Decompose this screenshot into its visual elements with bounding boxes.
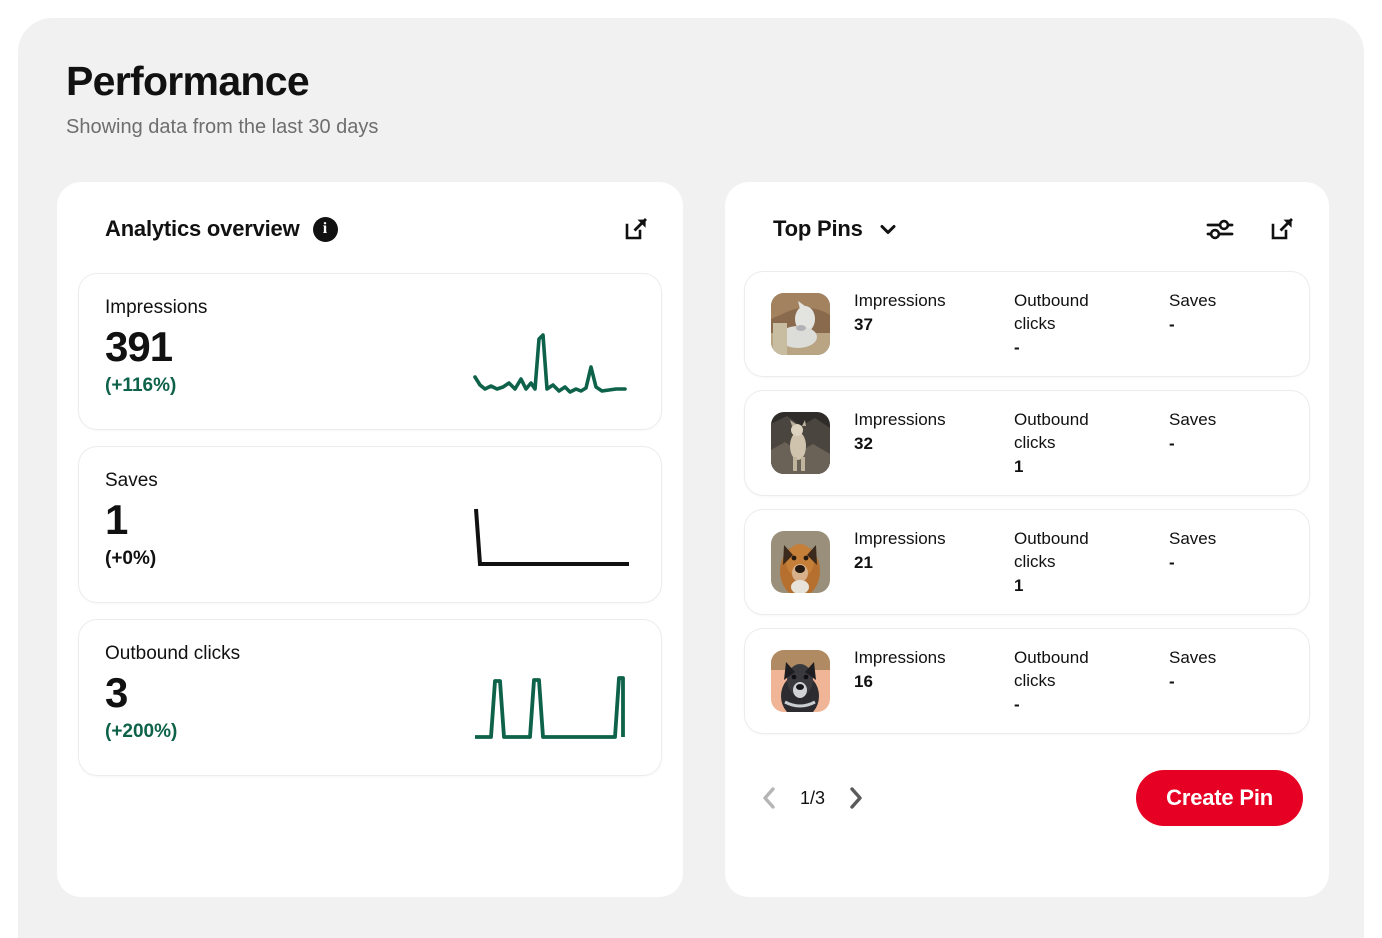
pin-thumbnail[interactable] <box>771 412 830 474</box>
table-row[interactable]: Impressions 21 Outbound clicks 1 Saves - <box>745 510 1309 614</box>
pin-stats: Impressions 16 Outbound clicks - Saves - <box>854 646 1329 716</box>
pin-stat-value: 1 <box>1014 576 1024 595</box>
top-pins-panel: Top Pins Impressions 37 Outbound clicks … <box>725 182 1329 897</box>
pin-stat-impressions: Impressions 32 <box>854 408 1014 478</box>
chevron-left-icon[interactable] <box>753 781 787 815</box>
panels-row: Analytics overview i Impressions 391 (+1… <box>57 182 1329 897</box>
pin-stat-label: Saves <box>1169 529 1217 548</box>
pin-stat-value: - <box>1169 434 1175 453</box>
pin-stat-saves: Saves - <box>1169 527 1329 597</box>
pin-stat-value: - <box>1014 338 1020 357</box>
pin-thumbnail[interactable] <box>771 531 830 593</box>
pinterest-analytics-screen: Performance Showing data from the last 3… <box>0 0 1382 938</box>
info-icon[interactable]: i <box>312 216 338 242</box>
pin-stat-value: 32 <box>854 434 873 453</box>
pin-stat-outbound-clicks: Outbound clicks 1 <box>1014 408 1169 478</box>
page-container: Performance Showing data from the last 3… <box>18 18 1364 938</box>
top-pins-panel-title: Top Pins <box>773 216 863 241</box>
pin-stat-label: Impressions <box>854 291 946 310</box>
pin-stat-label: Impressions <box>854 410 946 429</box>
create-pin-button[interactable]: Create Pin <box>1136 770 1303 826</box>
pin-stat-label: Saves <box>1169 291 1217 310</box>
pin-stat-label: Saves <box>1169 648 1217 667</box>
pin-stat-outbound-clicks: Outbound clicks - <box>1014 289 1169 359</box>
pin-stat-value: - <box>1014 695 1020 714</box>
table-row[interactable]: Impressions 32 Outbound clicks 1 Saves - <box>745 391 1309 495</box>
pin-stat-value: - <box>1169 672 1175 691</box>
pin-stat-label: Outbound clicks <box>1014 291 1089 333</box>
top-pins-list: Impressions 37 Outbound clicks - Saves - <box>725 252 1329 733</box>
pin-stat-label: Impressions <box>854 648 946 667</box>
top-pins-footer: 1/3 Create Pin <box>725 748 1329 826</box>
metric-label: Saves <box>105 470 158 491</box>
pin-stat-label: Saves <box>1169 410 1217 429</box>
chevron-right-icon[interactable] <box>838 781 872 815</box>
pin-stat-value: 21 <box>854 553 873 572</box>
metric-card-list: Impressions 391 (+116%) Saves 1 (+0%) Ou… <box>57 252 683 775</box>
table-row[interactable]: Impressions 37 Outbound clicks - Saves - <box>745 272 1309 376</box>
sparkline-impressions <box>473 323 633 403</box>
analytics-panel-title: Analytics overview <box>105 216 300 241</box>
pin-stats: Impressions 32 Outbound clicks 1 Saves - <box>854 408 1329 478</box>
pin-stat-impressions: Impressions 16 <box>854 646 1014 716</box>
metric-card-saves[interactable]: Saves 1 (+0%) <box>79 447 661 602</box>
pin-stat-label: Outbound clicks <box>1014 529 1089 571</box>
top-pins-panel-header: Top Pins <box>725 182 1329 252</box>
external-link-icon[interactable] <box>619 212 653 246</box>
metric-card-impressions[interactable]: Impressions 391 (+116%) <box>79 274 661 429</box>
pin-thumbnail[interactable] <box>771 650 830 712</box>
pin-stat-saves: Saves - <box>1169 289 1329 359</box>
pin-stat-label: Impressions <box>854 529 946 548</box>
metric-card-outbound-clicks[interactable]: Outbound clicks 3 (+200%) <box>79 620 661 775</box>
pin-stat-value: - <box>1169 553 1175 572</box>
pin-stat-outbound-clicks: Outbound clicks 1 <box>1014 527 1169 597</box>
pin-stats: Impressions 37 Outbound clicks - Saves - <box>854 289 1329 359</box>
chevron-down-icon[interactable] <box>877 218 899 240</box>
pin-stat-outbound-clicks: Outbound clicks - <box>1014 646 1169 716</box>
pin-stat-impressions: Impressions 37 <box>854 289 1014 359</box>
metric-label: Outbound clicks <box>105 643 241 664</box>
external-link-icon[interactable] <box>1265 212 1299 246</box>
pin-thumbnail[interactable] <box>771 293 830 355</box>
pin-stat-value: - <box>1169 315 1175 334</box>
sparkline-saves <box>473 496 633 576</box>
pin-stat-value: 1 <box>1014 457 1024 476</box>
pin-stat-value: 37 <box>854 315 873 334</box>
pin-stat-impressions: Impressions 21 <box>854 527 1014 597</box>
pin-stat-label: Outbound clicks <box>1014 410 1089 452</box>
filter-sliders-icon[interactable] <box>1203 212 1237 246</box>
pin-stats: Impressions 21 Outbound clicks 1 Saves - <box>854 527 1329 597</box>
pin-stat-value: 16 <box>854 672 873 691</box>
pin-stat-saves: Saves - <box>1169 646 1329 716</box>
pagination-label: 1/3 <box>800 788 826 808</box>
metric-label: Impressions <box>105 297 208 318</box>
sparkline-outbound-clicks <box>473 669 633 749</box>
pagination: 1/3 <box>753 781 872 815</box>
pin-stat-saves: Saves - <box>1169 408 1329 478</box>
analytics-overview-panel: Analytics overview i Impressions 391 (+1… <box>57 182 683 897</box>
page-subtitle: Showing data from the last 30 days <box>66 116 379 138</box>
analytics-panel-header: Analytics overview i <box>57 182 683 252</box>
page-header: Performance Showing data from the last 3… <box>66 56 378 140</box>
table-row[interactable]: Impressions 16 Outbound clicks - Saves - <box>745 629 1309 733</box>
page-title: Performance <box>66 58 310 104</box>
pin-stat-label: Outbound clicks <box>1014 648 1089 690</box>
